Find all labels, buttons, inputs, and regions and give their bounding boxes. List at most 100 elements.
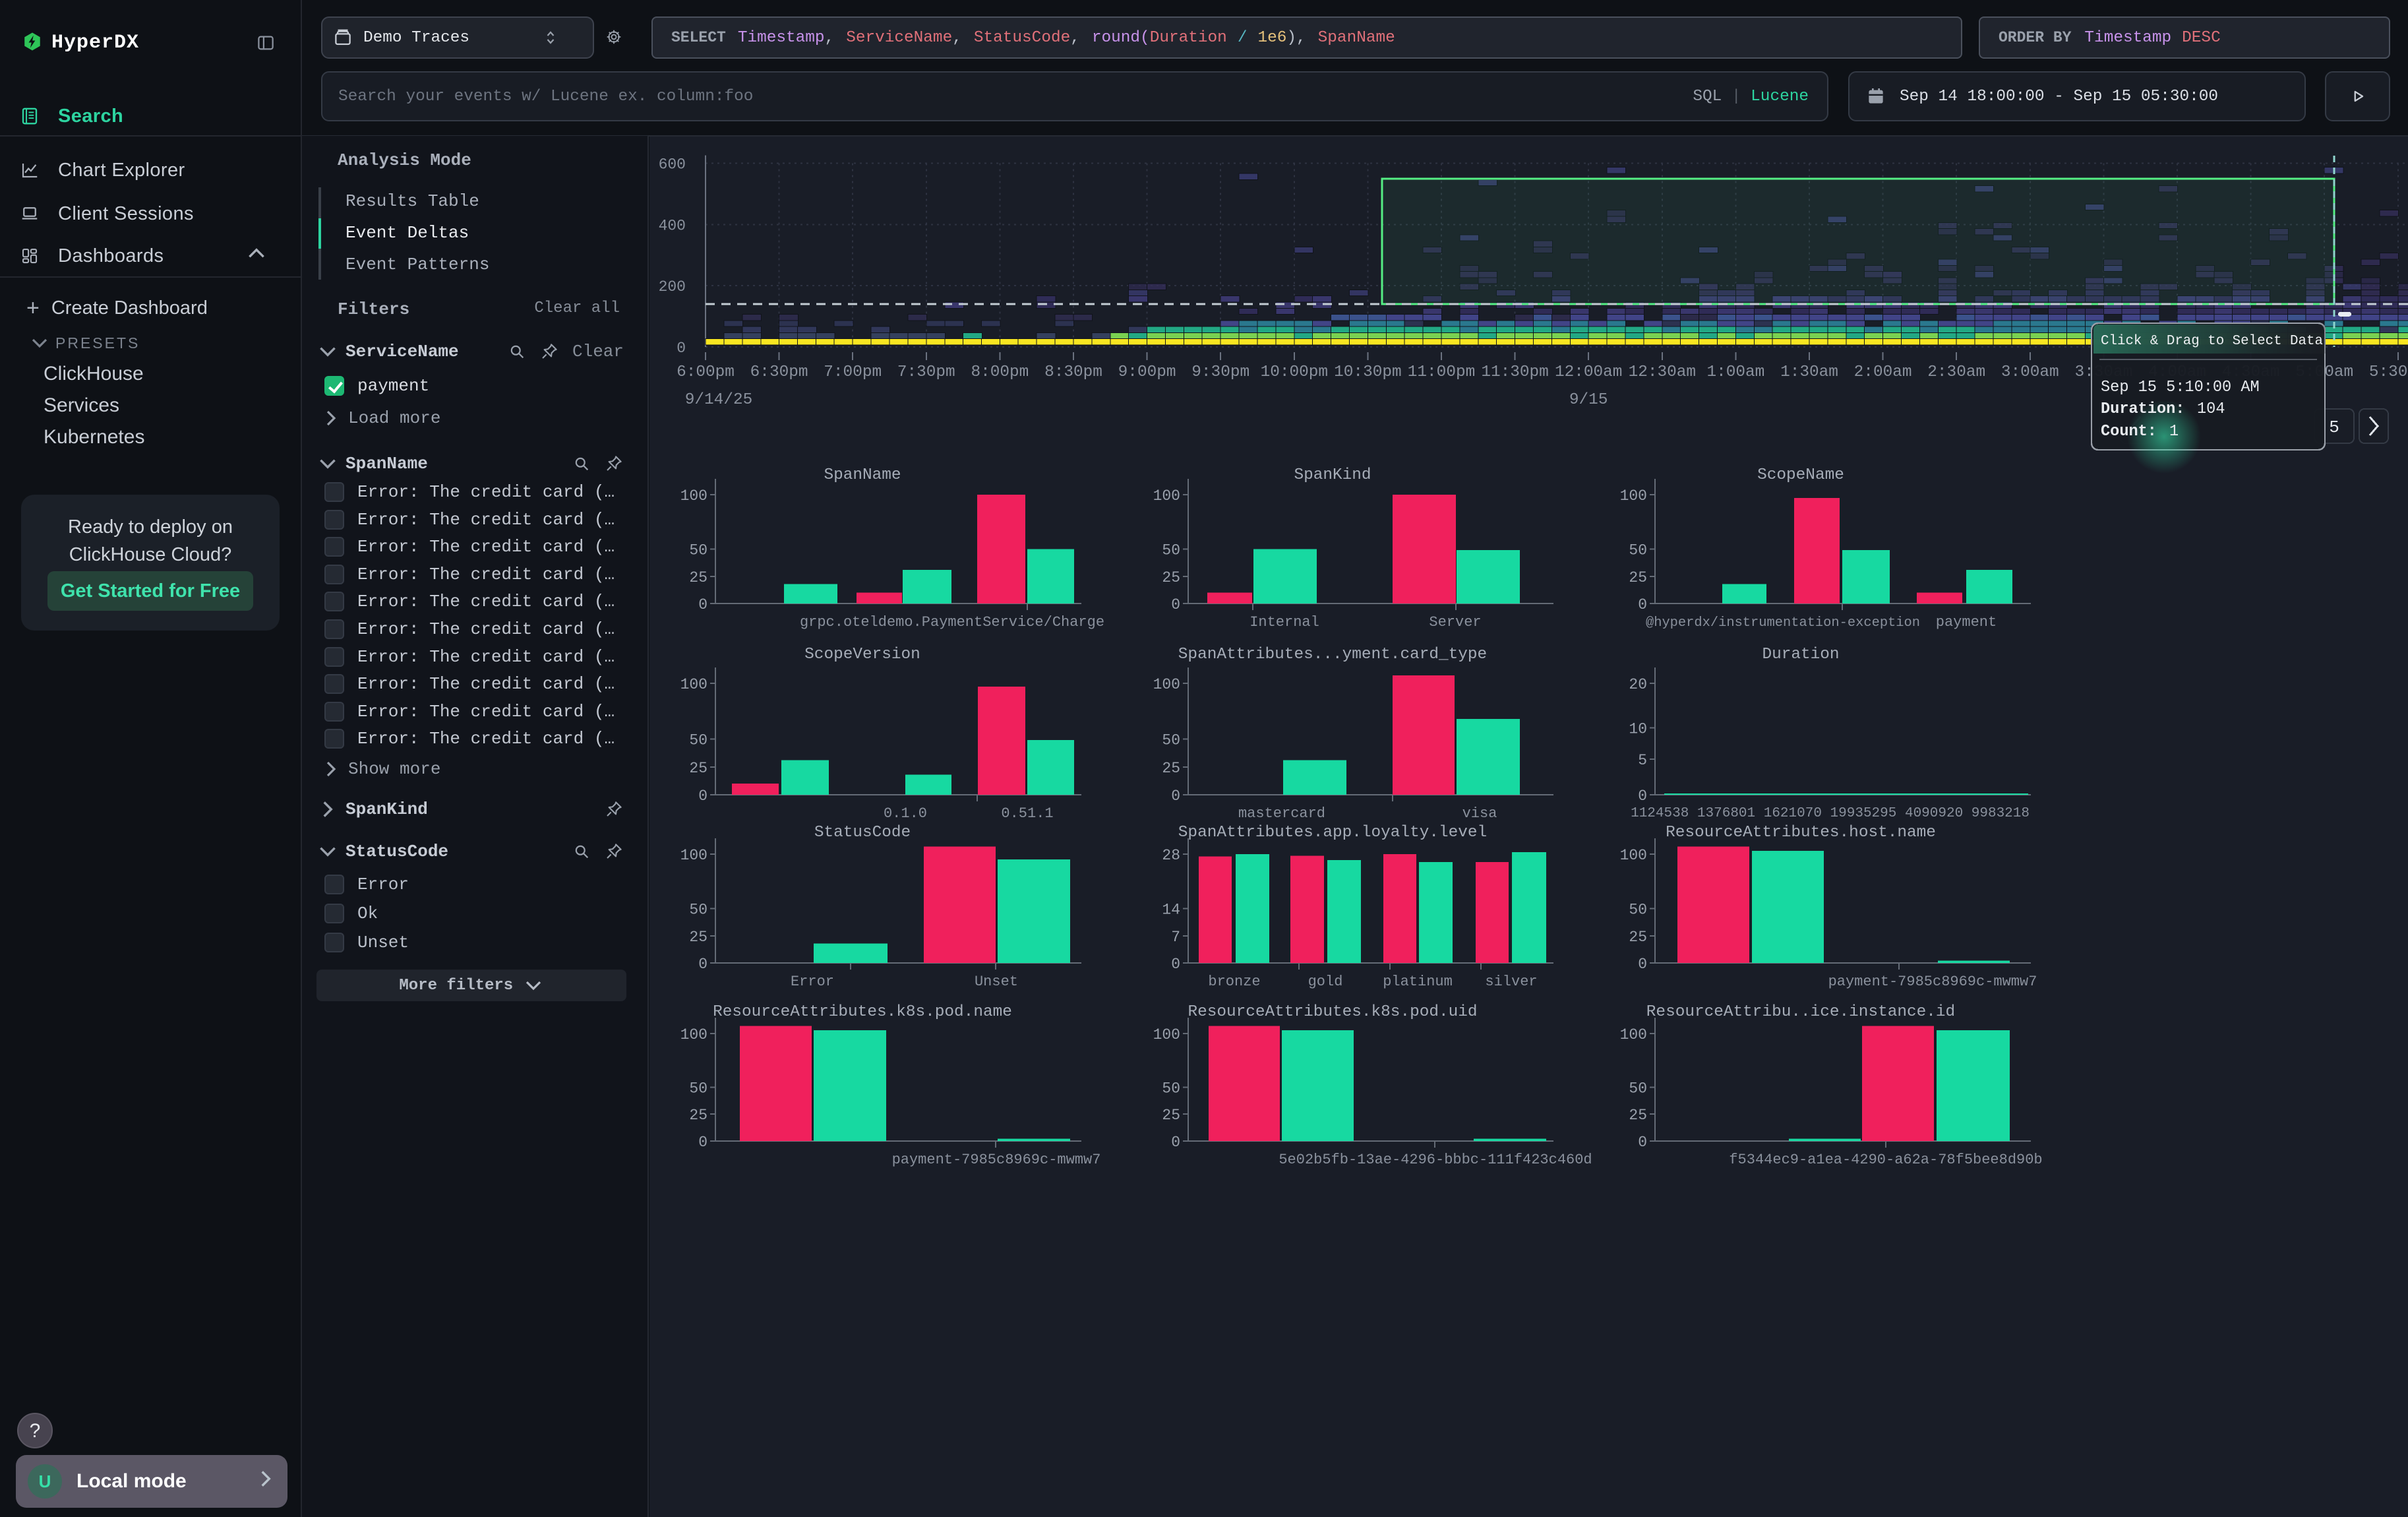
svg-text:50: 50 bbox=[1629, 542, 1647, 559]
svg-text:7:30pm: 7:30pm bbox=[897, 363, 955, 381]
svg-text:25: 25 bbox=[1162, 1107, 1180, 1124]
svg-text:StatusCode: StatusCode bbox=[814, 824, 911, 842]
svg-text:SpanAttributes...yment.card_ty: SpanAttributes...yment.card_type bbox=[1178, 646, 1487, 664]
svg-text:25: 25 bbox=[689, 760, 707, 777]
svg-text:payment-7985c8969c-mwmw7: payment-7985c8969c-mwmw7 bbox=[1828, 974, 2037, 990]
svg-text:50: 50 bbox=[689, 1080, 707, 1097]
svg-text:Count:: Count: bbox=[2101, 423, 2157, 441]
svg-text:25: 25 bbox=[689, 1107, 707, 1124]
svg-text:1:30am: 1:30am bbox=[1780, 363, 1838, 381]
svg-text:0: 0 bbox=[698, 788, 707, 805]
svg-text:payment: payment bbox=[1936, 614, 1997, 631]
svg-text:600: 600 bbox=[659, 156, 686, 173]
svg-text:10: 10 bbox=[1629, 721, 1647, 738]
svg-text:8:00pm: 8:00pm bbox=[971, 363, 1029, 381]
svg-text:9/14/25: 9/14/25 bbox=[685, 391, 752, 409]
svg-text:SpanKind: SpanKind bbox=[1294, 466, 1371, 484]
svg-text:5:30am: 5:30am bbox=[2369, 363, 2408, 381]
svg-text:0: 0 bbox=[698, 1134, 707, 1151]
svg-text:payment-7985c8969c-mwmw7: payment-7985c8969c-mwmw7 bbox=[892, 1152, 1101, 1168]
svg-text:200: 200 bbox=[659, 278, 686, 295]
svg-text:bronze: bronze bbox=[1208, 974, 1260, 990]
svg-text:25: 25 bbox=[689, 929, 707, 946]
svg-text:50: 50 bbox=[689, 542, 707, 559]
svg-text:100: 100 bbox=[1620, 847, 1647, 864]
svg-text:silver: silver bbox=[1485, 974, 1537, 990]
svg-text:50: 50 bbox=[1629, 1080, 1647, 1097]
svg-text:gold: gold bbox=[1308, 974, 1343, 990]
svg-text:12:30am: 12:30am bbox=[1629, 363, 1696, 381]
svg-text:0: 0 bbox=[1638, 596, 1647, 613]
svg-text:SpanName: SpanName bbox=[824, 466, 901, 484]
svg-text:Internal: Internal bbox=[1249, 614, 1319, 631]
svg-text:25: 25 bbox=[1629, 929, 1647, 946]
svg-text:3:00am: 3:00am bbox=[2001, 363, 2059, 381]
svg-text:mastercard: mastercard bbox=[1238, 805, 1325, 822]
svg-text:25: 25 bbox=[689, 569, 707, 586]
svg-text:Error: Error bbox=[791, 974, 834, 990]
svg-text:8:30pm: 8:30pm bbox=[1044, 363, 1102, 381]
svg-text:25: 25 bbox=[1629, 1107, 1647, 1124]
svg-text:5: 5 bbox=[1638, 752, 1647, 769]
svg-text:SpanAttributes.app.loyalty.lev: SpanAttributes.app.loyalty.level bbox=[1178, 824, 1487, 842]
svg-text:ResourceAttributes.k8s.pod.uid: ResourceAttributes.k8s.pod.uid bbox=[1188, 1003, 1477, 1021]
svg-text:50: 50 bbox=[1162, 1080, 1180, 1097]
svg-text:12:00am: 12:00am bbox=[1555, 363, 1622, 381]
svg-text:11:30pm: 11:30pm bbox=[1481, 363, 1548, 381]
svg-text:20: 20 bbox=[1629, 676, 1647, 693]
svg-text:0: 0 bbox=[1171, 956, 1180, 973]
svg-text:50: 50 bbox=[1629, 902, 1647, 919]
svg-text:ScopeName: ScopeName bbox=[1757, 466, 1844, 484]
svg-text:Click & Drag to Select Data: Click & Drag to Select Data bbox=[2101, 334, 2323, 349]
svg-text:7: 7 bbox=[1171, 929, 1180, 946]
svg-text:grpc.oteldemo.PaymentService/C: grpc.oteldemo.PaymentService/Charge bbox=[800, 614, 1104, 631]
svg-text:14: 14 bbox=[1162, 902, 1180, 919]
svg-text:10:00pm: 10:00pm bbox=[1261, 363, 1328, 381]
svg-text:11:00pm: 11:00pm bbox=[1408, 363, 1475, 381]
svg-text:25: 25 bbox=[1162, 569, 1180, 586]
svg-text:ScopeVersion: ScopeVersion bbox=[804, 646, 920, 664]
svg-text:50: 50 bbox=[689, 731, 707, 749]
svg-text:100: 100 bbox=[1153, 676, 1180, 693]
svg-text:ResourceAttribu..ice.instance.: ResourceAttribu..ice.instance.id bbox=[1646, 1003, 1955, 1021]
svg-text:9:00pm: 9:00pm bbox=[1118, 363, 1176, 381]
svg-text:0: 0 bbox=[1638, 956, 1647, 973]
svg-text:1: 1 bbox=[2169, 423, 2179, 441]
svg-text:2:30am: 2:30am bbox=[1927, 363, 1985, 381]
svg-text:104: 104 bbox=[2197, 400, 2225, 418]
svg-text:platinum: platinum bbox=[1383, 974, 1453, 990]
svg-text:1124538 1376801 1621070 199352: 1124538 1376801 1621070 19935295 4090920… bbox=[1631, 806, 2030, 821]
svg-text:0: 0 bbox=[698, 596, 707, 613]
svg-text:100: 100 bbox=[680, 847, 707, 864]
svg-text:400: 400 bbox=[659, 217, 686, 234]
svg-text:9:30pm: 9:30pm bbox=[1191, 363, 1249, 381]
svg-text:7:00pm: 7:00pm bbox=[824, 363, 882, 381]
svg-text:100: 100 bbox=[680, 487, 707, 505]
svg-text:0: 0 bbox=[1171, 596, 1180, 613]
svg-text:0: 0 bbox=[1171, 788, 1180, 805]
svg-text:Unset: Unset bbox=[975, 974, 1018, 990]
svg-text:visa: visa bbox=[1462, 805, 1497, 822]
svg-text:25: 25 bbox=[1629, 569, 1647, 586]
svg-text:@hyperdx/instrumentation-excep: @hyperdx/instrumentation-exception bbox=[1646, 615, 1920, 631]
svg-text:0.51.1: 0.51.1 bbox=[1001, 805, 1053, 822]
svg-text:50: 50 bbox=[689, 902, 707, 919]
svg-text:0: 0 bbox=[1638, 1134, 1647, 1151]
svg-text:Sep 15 5:10:00 AM: Sep 15 5:10:00 AM bbox=[2101, 379, 2260, 396]
svg-text:0: 0 bbox=[677, 340, 686, 357]
svg-text:1:00am: 1:00am bbox=[1706, 363, 1764, 381]
svg-text:2:00am: 2:00am bbox=[1854, 363, 1912, 381]
svg-text:f5344ec9-a1ea-4290-a62a-78f5be: f5344ec9-a1ea-4290-a62a-78f5bee8d90b bbox=[1729, 1152, 2042, 1168]
svg-text:6:30pm: 6:30pm bbox=[750, 363, 808, 381]
svg-text:5: 5 bbox=[2329, 418, 2339, 437]
svg-text:0.1.0: 0.1.0 bbox=[884, 805, 927, 822]
svg-text:100: 100 bbox=[1620, 1026, 1647, 1043]
svg-text:Server: Server bbox=[1429, 614, 1481, 631]
svg-text:ResourceAttributes.k8s.pod.nam: ResourceAttributes.k8s.pod.name bbox=[713, 1003, 1012, 1021]
svg-text:10:30pm: 10:30pm bbox=[1334, 363, 1401, 381]
svg-text:0: 0 bbox=[1171, 1134, 1180, 1151]
svg-text:5e02b5fb-13ae-4296-bbbc-111f42: 5e02b5fb-13ae-4296-bbbc-111f423c460d bbox=[1279, 1152, 1592, 1168]
svg-text:100: 100 bbox=[1620, 487, 1647, 505]
svg-text:50: 50 bbox=[1162, 542, 1180, 559]
svg-text:100: 100 bbox=[1153, 1026, 1180, 1043]
